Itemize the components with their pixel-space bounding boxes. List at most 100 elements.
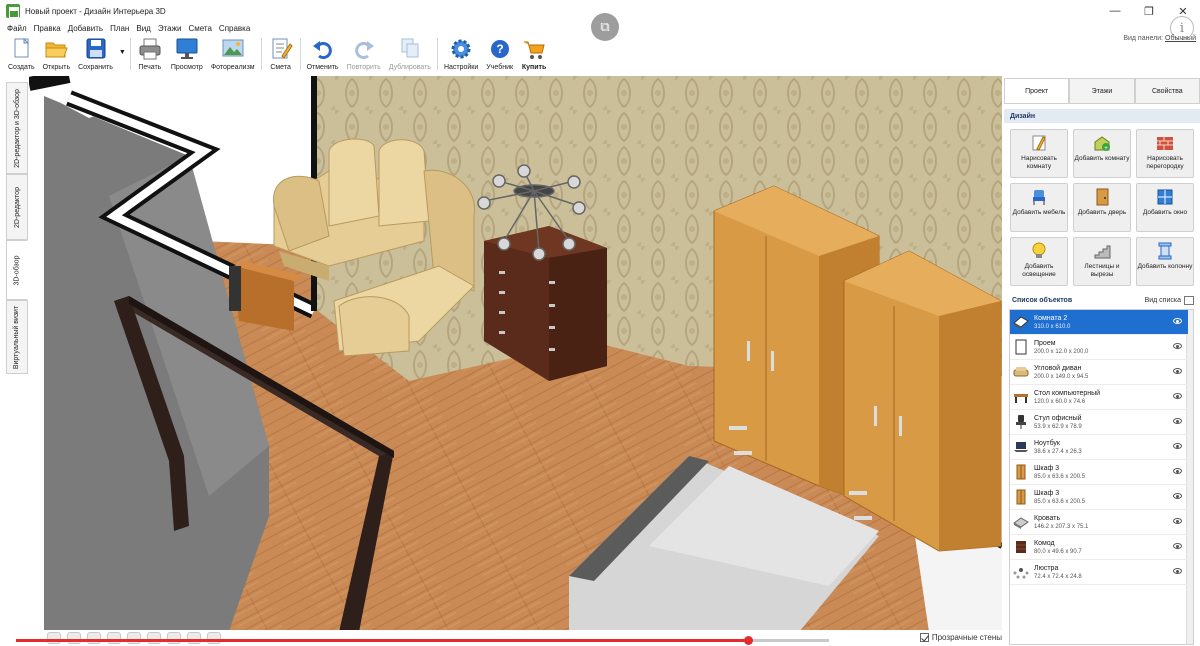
tab-2d-editor[interactable]: 2D-редактор <box>6 174 28 240</box>
open-folder-icon <box>43 38 69 60</box>
tutorial-button[interactable]: ? Учебник <box>482 34 517 74</box>
photo-icon <box>220 38 246 60</box>
object-list-item[interactable]: Стул офисный 53.9 x 62.9 x 78.9 <box>1010 410 1188 435</box>
object-info: Шкаф 3 85.0 x 63.6 x 200.5 <box>1034 464 1085 481</box>
design-section-title: Дизайн <box>1004 109 1200 123</box>
object-list-item[interactable]: Комната 2 310.0 x 610.0 <box>1010 310 1188 335</box>
video-progress-bar[interactable] <box>16 636 829 645</box>
estimate-button[interactable]: Смета <box>264 34 298 74</box>
object-list-item[interactable]: Ноутбук 38.6 x 27.4 x 26.3 <box>1010 435 1188 460</box>
duplicate-button[interactable]: Дублировать <box>385 34 435 74</box>
object-list-item[interactable]: Комод 80.0 x 49.6 x 90.7 <box>1010 535 1188 560</box>
tilt-down-icon[interactable] <box>187 632 201 644</box>
object-list-item[interactable]: Люстра 72.4 x 72.4 x 24.8 <box>1010 560 1188 585</box>
3d-viewport[interactable] <box>29 76 1002 632</box>
add-room-button[interactable]: + Добавить комнату <box>1073 129 1131 178</box>
window-icon <box>1156 188 1174 206</box>
checkbox-icon[interactable] <box>919 633 929 642</box>
create-button[interactable]: Создать <box>4 34 39 74</box>
object-name: Проем <box>1034 339 1056 347</box>
printer-icon <box>137 38 163 60</box>
object-list-item[interactable]: Угловой диван 200.0 x 149.0 x 94.5 <box>1010 360 1188 385</box>
add-door-button[interactable]: Добавить дверь <box>1073 183 1131 232</box>
photorealism-button[interactable]: Фотореализм <box>207 34 259 74</box>
object-name: Кровать <box>1034 514 1061 522</box>
tilt-up-icon[interactable] <box>167 632 181 644</box>
rotate-left-icon[interactable] <box>127 632 141 644</box>
panel-view-selector[interactable]: Вид панели: Обычный <box>1123 35 1196 42</box>
eye-icon[interactable] <box>1173 568 1182 574</box>
add-furniture-button[interactable]: Добавить мебель <box>1010 183 1068 232</box>
maximize-button[interactable]: ❐ <box>1132 0 1166 22</box>
eye-icon[interactable] <box>1173 318 1182 324</box>
tab-2d-and-3d[interactable]: 2D-редактор и 3D-обзор <box>6 82 28 174</box>
save-dropdown-button[interactable]: ▼ <box>117 34 128 74</box>
stairs-cutouts-button[interactable]: Лестницы и вырезы <box>1073 237 1131 286</box>
object-info: Кровать 146.2 x 207.3 x 75.1 <box>1034 514 1088 531</box>
add-window-button[interactable]: Добавить окно <box>1136 183 1194 232</box>
eye-icon[interactable] <box>1173 493 1182 499</box>
video-progress-knob[interactable] <box>743 636 753 645</box>
tab-project[interactable]: Проект <box>1004 78 1070 103</box>
buy-button[interactable]: Купить <box>517 34 551 74</box>
add-room-icon: + <box>1093 134 1111 152</box>
menu-help[interactable]: Справка <box>219 24 250 33</box>
room-icon <box>1013 314 1029 330</box>
object-list-item[interactable]: Шкаф 3 85.0 x 63.6 x 200.5 <box>1010 460 1188 485</box>
object-list-item[interactable]: Стол компьютерный 120.0 x 60.0 x 74.6 <box>1010 385 1188 410</box>
object-list-item[interactable]: Кровать 146.2 x 207.3 x 75.1 <box>1010 510 1188 535</box>
object-dimensions: 120.0 x 60.0 x 74.6 <box>1034 398 1086 405</box>
eye-icon[interactable] <box>1173 443 1182 449</box>
object-info: Комод 80.0 x 49.6 x 90.7 <box>1034 539 1082 556</box>
add-lighting-button[interactable]: Добавить освещение <box>1010 237 1068 286</box>
zoom-out-icon[interactable] <box>107 632 121 644</box>
window-title: Новый проект - Дизайн Интерьера 3D <box>25 6 166 16</box>
eye-icon[interactable] <box>1173 543 1182 549</box>
settings-button[interactable]: Настройки <box>440 34 482 74</box>
preview-button[interactable]: Просмотр <box>167 34 207 74</box>
object-list-item[interactable]: Шкаф 3 85.0 x 63.6 x 200.5 <box>1010 485 1188 510</box>
pencil-icon <box>1030 134 1048 152</box>
redo-button[interactable]: Повторить <box>343 34 385 74</box>
menu-floors[interactable]: Этажи <box>158 24 182 33</box>
menu-plan[interactable]: План <box>110 24 129 33</box>
eye-icon[interactable] <box>1173 418 1182 424</box>
object-dimensions: 53.9 x 62.9 x 78.9 <box>1034 423 1082 430</box>
object-info: Шкаф 3 85.0 x 63.6 x 200.5 <box>1034 489 1085 506</box>
open-button[interactable]: Открыть <box>39 34 75 74</box>
eye-icon[interactable] <box>1173 468 1182 474</box>
tab-3d-view[interactable]: 3D-обзор <box>6 240 28 300</box>
draw-partition-button[interactable]: Нарисовать перегородку <box>1136 129 1194 178</box>
minimize-button[interactable]: — <box>1098 0 1132 22</box>
menu-view[interactable]: Вид <box>136 24 150 33</box>
object-list-item[interactable]: Проем 200.0 x 12.0 x 200.0 <box>1010 335 1188 360</box>
rotate-right-icon[interactable] <box>147 632 161 644</box>
save-button[interactable]: Сохранить <box>74 34 117 74</box>
zoom-in-icon[interactable] <box>87 632 101 644</box>
tab-virtual-visit[interactable]: Виртуальный визит <box>6 300 28 374</box>
menu-add[interactable]: Добавить <box>68 24 103 33</box>
print-button[interactable]: Печать <box>133 34 167 74</box>
separator <box>436 38 438 70</box>
menu-estimate[interactable]: Смета <box>188 24 211 33</box>
eye-icon[interactable] <box>1173 518 1182 524</box>
add-column-button[interactable]: Добавить колонну <box>1136 237 1194 286</box>
tab-floors[interactable]: Этажи <box>1069 78 1135 103</box>
new-file-icon <box>8 37 34 60</box>
object-list[interactable]: Комната 2 310.0 x 610.0 Проем 200.0 x 12.0 … <box>1009 309 1194 645</box>
tab-properties[interactable]: Свойства <box>1134 78 1200 103</box>
hand-icon[interactable] <box>67 632 81 644</box>
undo-button[interactable]: Отменить <box>303 34 343 74</box>
menu-file[interactable]: Файл <box>7 24 27 33</box>
draw-room-button[interactable]: Нарисовать комнату <box>1010 129 1068 178</box>
object-dimensions: 85.0 x 63.6 x 200.5 <box>1034 498 1086 505</box>
home-view-icon[interactable] <box>207 632 221 644</box>
menu-edit[interactable]: Правка <box>34 24 61 33</box>
menu-bar: Файл Правка Добавить План Вид Этажи Смет… <box>0 22 257 34</box>
transparent-walls-toggle[interactable]: Прозрачные стены <box>919 633 1002 642</box>
eye-icon[interactable] <box>1173 368 1182 374</box>
list-view-toggle[interactable]: Вид списка <box>1145 295 1194 305</box>
eye-icon[interactable] <box>1173 343 1182 349</box>
eye-icon[interactable] <box>1173 393 1182 399</box>
rotate-tool-button[interactable] <box>47 632 61 644</box>
